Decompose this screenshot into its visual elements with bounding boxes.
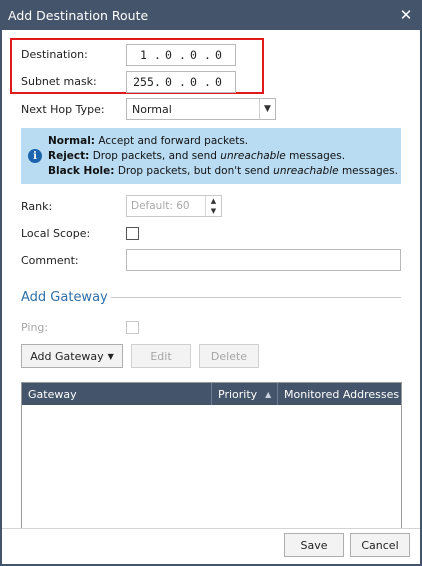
- destination-ip-input[interactable]: 1 . 0 . 0 . 0: [126, 44, 236, 66]
- subnet-mask-input[interactable]: 255 . 0 . 0 . 0: [126, 71, 236, 93]
- spinner-up-icon[interactable]: ▲: [206, 196, 221, 206]
- comment-label: Comment:: [21, 254, 79, 267]
- next-hop-info-box: i Normal: Accept and forward packets. Re…: [21, 128, 401, 184]
- title-bar: Add Destination Route ✕: [2, 0, 420, 30]
- destination-octet-3[interactable]: 0: [183, 48, 204, 62]
- subnet-octet-1[interactable]: 255: [133, 75, 154, 89]
- dialog-footer: Save Cancel: [2, 528, 420, 564]
- section-divider: [111, 297, 401, 298]
- info-reject-line: Reject: Drop packets, and send unreachab…: [48, 150, 346, 162]
- gateway-table-header: Gateway Priority ▲ Monitored Addresses: [22, 383, 401, 405]
- local-scope-checkbox[interactable]: [126, 227, 139, 240]
- add-gateway-section-title: Add Gateway: [21, 290, 108, 305]
- destination-octet-4[interactable]: 0: [208, 48, 229, 62]
- spinner-down-icon[interactable]: ▼: [206, 206, 221, 216]
- close-icon[interactable]: ✕: [394, 3, 418, 27]
- subnet-mask-label: Subnet mask:: [21, 75, 97, 88]
- subnet-octet-2[interactable]: 0: [158, 75, 179, 89]
- info-icon: i: [28, 149, 42, 163]
- chevron-down-icon[interactable]: ▼: [259, 99, 275, 119]
- save-button[interactable]: Save: [284, 533, 344, 557]
- column-header-priority[interactable]: Priority ▲: [212, 383, 278, 405]
- cancel-button[interactable]: Cancel: [350, 533, 410, 557]
- destination-octet-1[interactable]: 1: [133, 48, 154, 62]
- edit-button[interactable]: Edit: [131, 344, 191, 368]
- comment-input[interactable]: [126, 249, 401, 271]
- column-header-monitored-addresses[interactable]: Monitored Addresses: [278, 383, 401, 405]
- sort-ascending-icon: ▲: [265, 389, 272, 399]
- add-gateway-button[interactable]: Add Gateway ▼: [21, 344, 123, 368]
- dialog-title: Add Destination Route: [8, 7, 149, 23]
- subnet-octet-4[interactable]: 0: [208, 75, 229, 89]
- local-scope-label: Local Scope:: [21, 227, 91, 240]
- destination-label: Destination:: [21, 48, 88, 61]
- next-hop-type-label: Next Hop Type:: [21, 103, 105, 116]
- info-blackhole-line: Black Hole: Drop packets, but don't send…: [48, 165, 398, 177]
- caret-down-icon: ▼: [107, 351, 114, 361]
- dialog-body: Destination: 1 . 0 . 0 . 0 Subnet mask: …: [2, 30, 420, 564]
- subnet-octet-3[interactable]: 0: [183, 75, 204, 89]
- ping-label: Ping:: [21, 321, 49, 334]
- ping-checkbox[interactable]: [126, 321, 139, 334]
- gateway-table: Gateway Priority ▲ Monitored Addresses: [21, 382, 402, 538]
- rank-label: Rank:: [21, 200, 53, 213]
- destination-octet-2[interactable]: 0: [158, 48, 179, 62]
- next-hop-type-value: Normal: [132, 102, 172, 116]
- add-destination-route-dialog: Add Destination Route ✕ Destination: 1 .…: [0, 0, 422, 566]
- info-normal-line: Normal: Accept and forward packets.: [48, 135, 249, 147]
- next-hop-type-select[interactable]: Normal ▼: [126, 98, 276, 120]
- rank-placeholder[interactable]: Default: 60: [127, 200, 205, 212]
- rank-spinner[interactable]: Default: 60 ▲ ▼: [126, 195, 222, 217]
- column-header-gateway[interactable]: Gateway: [22, 383, 212, 405]
- delete-button[interactable]: Delete: [199, 344, 259, 368]
